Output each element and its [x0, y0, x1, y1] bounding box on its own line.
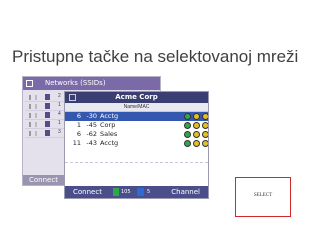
connect-softkey[interactable]: Connect — [73, 186, 102, 198]
select-button[interactable]: SELECT — [235, 177, 291, 217]
status-yellow-icon — [202, 140, 208, 147]
signal-bars-icon — [29, 122, 37, 127]
signal-bars-icon — [29, 104, 37, 109]
access-point-row[interactable]: 6 -62 Sales — [65, 130, 208, 139]
window-icon — [69, 94, 76, 101]
access-points-title: Acme Corp — [115, 93, 158, 101]
status-yellow-icon — [193, 131, 200, 138]
networks-title: Networks (SSIDs) — [45, 79, 106, 87]
signal-bars-icon — [29, 113, 37, 118]
access-points-window: Acme Corp Name/MAC 6 -30 Acctg 1 -45 Cor… — [64, 91, 209, 199]
signal-count: 105 — [121, 189, 131, 195]
status-yellow-icon — [193, 122, 200, 129]
divider — [65, 162, 208, 164]
networks-titlebar: Networks (SSIDs) — [23, 77, 160, 90]
status-green-icon — [184, 122, 191, 129]
lock-icon — [45, 103, 50, 109]
status-green-icon — [184, 140, 191, 147]
status-yellow-icon — [193, 140, 200, 147]
channel-softkey[interactable]: Channel — [171, 186, 200, 198]
column-header: Name/MAC — [65, 103, 208, 112]
access-point-row[interactable]: 1 -45 Corp — [65, 121, 208, 130]
lock-icon — [45, 130, 50, 136]
select-label: SELECT — [253, 193, 273, 198]
softkey-bar: Connect 105 5 Channel — [65, 186, 208, 198]
access-points-titlebar: Acme Corp — [65, 92, 208, 103]
access-point-row[interactable]: 6 -30 Acctg — [65, 112, 208, 121]
status-yellow-icon — [202, 122, 208, 129]
status-yellow-icon — [193, 113, 200, 120]
network-icon — [137, 188, 144, 196]
network-count: 5 — [147, 189, 151, 195]
lock-icon — [45, 94, 50, 100]
status-green-icon — [184, 113, 191, 120]
access-point-row[interactable]: 11 -43 Acctg — [65, 139, 208, 148]
status-yellow-icon — [202, 113, 208, 120]
signal-icon — [113, 188, 119, 196]
lock-icon — [45, 121, 50, 127]
status-yellow-icon — [202, 131, 208, 138]
lock-icon — [45, 112, 50, 118]
signal-bars-icon — [29, 95, 37, 100]
signal-bars-icon — [29, 131, 37, 136]
window-icon — [26, 80, 33, 87]
slide-title: Pristupne tačke na selektovanoj mreži — [12, 47, 299, 66]
status-green-icon — [184, 131, 191, 138]
